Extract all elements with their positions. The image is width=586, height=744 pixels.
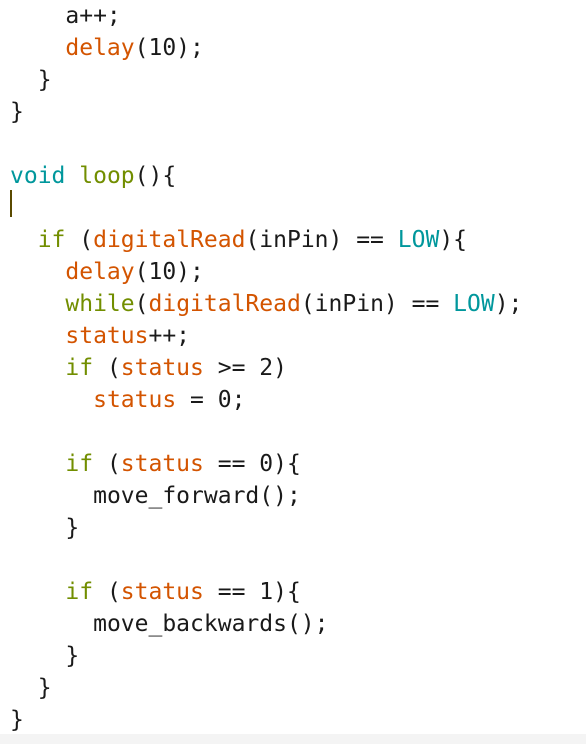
code-line[interactable]: delay(10); [10,256,522,288]
code-area[interactable]: a++; delay(10); }} void loop(){ if (digi… [10,0,522,736]
code-line[interactable]: void loop(){ [10,160,522,192]
code-token: ( [93,579,121,605]
code-line[interactable]: } [10,704,522,736]
code-line[interactable]: } [10,672,522,704]
text-cursor [10,190,12,217]
editor-bottom-edge [0,734,586,744]
code-token: (inPin) == [300,291,454,317]
code-token: delay [65,35,135,61]
code-token: } [10,675,52,701]
code-token: LOW [453,291,495,317]
code-token: move_forward(); [93,483,301,509]
code-token: if [65,579,94,605]
code-token: delay [65,259,135,285]
code-line[interactable]: } [10,640,522,672]
code-line[interactable] [10,192,522,224]
code-token: } [10,67,52,93]
code-token: >= 2) [203,355,287,381]
code-token: (inPin) == [245,227,398,253]
code-token: (10); [134,259,204,285]
code-token: ( [65,227,94,253]
code-token: status [120,579,204,605]
code-token: if [65,451,94,477]
code-editor[interactable]: a++; delay(10); }} void loop(){ if (digi… [0,0,586,744]
code-token: a++; [65,3,121,29]
code-line[interactable]: if (status >= 2) [10,352,522,384]
code-line[interactable]: } [10,512,522,544]
code-token: status [120,355,204,381]
code-token: (){ [134,163,177,189]
code-token: ); [494,291,523,317]
code-token: (10); [134,35,204,61]
code-token: status [120,451,204,477]
code-line[interactable]: } [10,96,522,128]
code-token: } [10,707,24,733]
code-token: if [65,355,94,381]
code-token: ( [93,451,121,477]
code-token: == 1){ [203,579,301,605]
code-line[interactable]: delay(10); [10,32,522,64]
code-token: LOW [397,227,440,253]
code-line[interactable] [10,544,522,576]
code-token: } [10,643,80,669]
code-token: ( [93,355,121,381]
code-token: void [10,163,66,189]
code-token: ++; [148,323,191,349]
code-token: status [65,323,149,349]
code-line[interactable]: if (status == 1){ [10,576,522,608]
code-token: loop [79,163,135,189]
code-token: digitalRead [148,291,301,317]
code-line[interactable]: if (digitalRead(inPin) == LOW){ [10,224,522,256]
code-token: ( [134,291,149,317]
code-line[interactable]: move_backwards(); [10,608,522,640]
code-line[interactable]: a++; [10,0,522,32]
code-line[interactable]: } [10,64,522,96]
code-token: digitalRead [93,227,246,253]
code-token: if [37,227,66,253]
code-token: = 0; [176,387,246,413]
code-line[interactable] [10,416,522,448]
code-token: ){ [439,227,468,253]
code-token: while [65,291,135,317]
code-token: } [10,99,24,125]
code-line[interactable]: status = 0; [10,384,522,416]
code-line[interactable]: status++; [10,320,522,352]
code-token: == 0){ [203,451,301,477]
code-token: } [10,515,80,541]
code-line[interactable]: if (status == 0){ [10,448,522,480]
code-line[interactable]: while(digitalRead(inPin) == LOW); [10,288,522,320]
code-token: move_backwards(); [93,611,329,637]
code-line[interactable]: move_forward(); [10,480,522,512]
code-line[interactable] [10,128,522,160]
code-token: status [93,387,177,413]
